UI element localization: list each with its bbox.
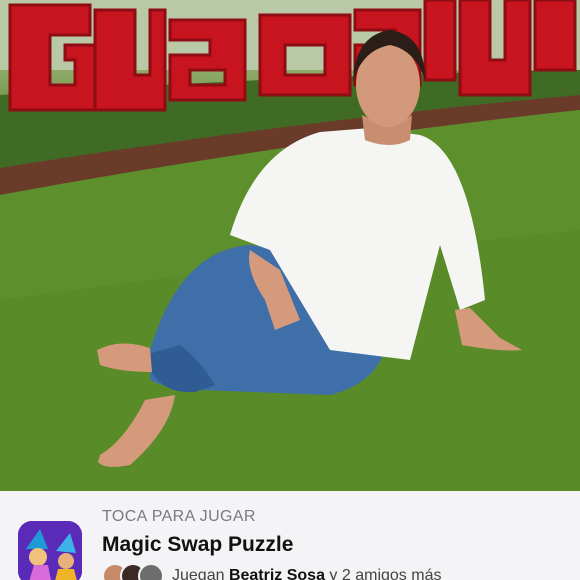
app-title[interactable]: Magic Swap Puzzle — [102, 533, 293, 557]
magic-swap-puzzle-app-icon[interactable] — [18, 521, 82, 580]
friend-avatars — [102, 563, 164, 580]
friend-avatar — [138, 563, 164, 580]
friends-playing-row: Juegan Beatriz Sosa y 2 amigos más — [102, 563, 442, 580]
game-card[interactable]: TOCA PARA JUGAR Magic Swap Puzzle Juegan… — [0, 491, 580, 580]
post-photo[interactable] — [0, 0, 580, 491]
friends-playing-text: Juegan Beatriz Sosa y 2 amigos más — [172, 567, 442, 580]
play-prompt: TOCA PARA JUGAR — [102, 508, 256, 525]
